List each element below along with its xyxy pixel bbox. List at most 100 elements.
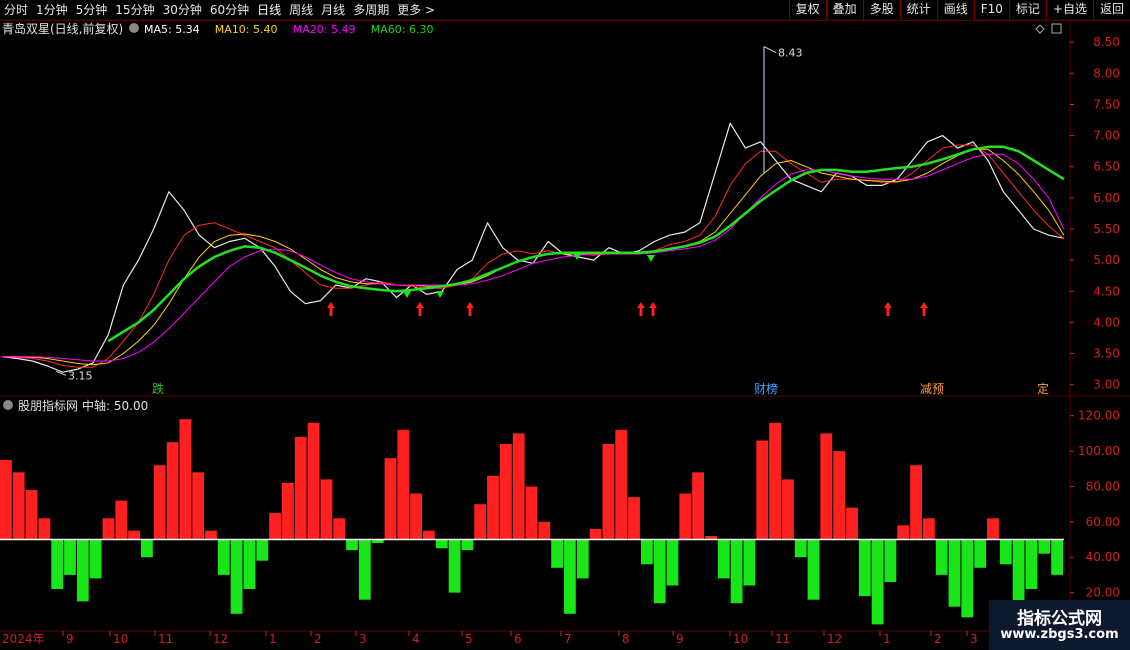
month-label: 1	[269, 632, 277, 646]
indicator-bar	[525, 486, 538, 540]
indicator-bar	[0, 459, 12, 540]
indicator-bar	[282, 482, 294, 540]
indicator-bar	[423, 530, 435, 540]
indicator-bar	[846, 507, 858, 540]
indicator-bar	[717, 539, 730, 579]
indicator-bar	[64, 539, 76, 575]
indicator-bar	[410, 493, 422, 540]
indicator-bar	[320, 479, 333, 540]
indicator-bar	[730, 539, 743, 604]
ma-label: MA20: 5.49	[293, 23, 356, 36]
indicator-bar	[230, 539, 243, 614]
event-tag: 财榜	[754, 381, 778, 396]
indicator-bar	[999, 539, 1012, 565]
indicator-toggle-icon	[3, 400, 13, 410]
indicator-bar	[397, 429, 410, 540]
diamond-icon	[1035, 24, 1045, 34]
ma-label: MA5: 5.34	[144, 23, 200, 36]
price-tick-label: 3.00	[1093, 378, 1120, 392]
indicator-bar	[12, 472, 25, 540]
indicator-bar	[602, 444, 615, 540]
buy-arrow-icon	[649, 302, 657, 316]
buy-arrow-icon	[466, 302, 474, 316]
indicator-bar	[628, 497, 640, 540]
indicator-bar	[910, 465, 922, 540]
buy-arrow-icon	[884, 302, 892, 316]
indicator-bar	[115, 500, 128, 540]
indicator-tick-label: 100.00	[1078, 444, 1120, 458]
month-label: 7	[564, 632, 572, 646]
sell-marker-icon	[403, 291, 411, 298]
indicator-bar	[807, 539, 820, 600]
month-label: 2	[314, 632, 322, 646]
price-series	[1, 122, 1065, 373]
indicator-tick-label: 60.00	[1086, 515, 1120, 529]
indicator-midline-label: 中轴: 50.00	[82, 398, 148, 413]
indicator-bar	[269, 513, 281, 540]
month-label: 12	[213, 632, 228, 646]
indicator-bar	[1012, 539, 1025, 604]
indicator-bar	[128, 530, 140, 540]
price-tick-label: 8.00	[1093, 66, 1120, 80]
watermark-url: www.zbgs3.com	[1000, 627, 1119, 642]
indicator-bar	[756, 440, 769, 540]
price-tick-label: 5.50	[1093, 222, 1120, 236]
panel-maximize-icon	[1051, 23, 1062, 34]
indicator-bar	[474, 504, 487, 540]
ma-label: MA60: 6.30	[371, 23, 434, 36]
indicator-bar	[666, 539, 679, 586]
indicator-bar	[897, 525, 910, 540]
month-label: 6	[514, 632, 522, 646]
buy-arrow-icon	[920, 302, 928, 316]
ma-label: MA10: 5.40	[215, 23, 278, 36]
month-label: 3	[359, 632, 367, 646]
indicator-bar	[858, 539, 871, 597]
month-label: 4	[412, 632, 420, 646]
price-tick-label: 3.50	[1093, 347, 1120, 361]
indicator-bar	[500, 444, 512, 540]
indicator-bar	[25, 490, 38, 540]
indicator-bar	[679, 493, 692, 540]
indicator-bar	[487, 475, 499, 540]
stock-title: 青岛双星(日线,前复权)	[2, 21, 123, 36]
indicator-bar	[615, 429, 628, 540]
indicator-bar	[653, 539, 666, 604]
indicator-bar	[217, 539, 230, 575]
date-axis: 2024年 9 10 11 12 1 2 3 4 5 6 7 8 9 10 11 12 1 2 3	[2, 631, 978, 646]
indicator-bar	[89, 539, 102, 579]
indicator-bar	[1038, 539, 1051, 554]
indicator-bar	[307, 422, 320, 540]
buy-arrow-icon	[327, 302, 335, 316]
indicator-bar	[948, 539, 961, 607]
indicator-bar	[346, 539, 358, 551]
buy-arrow-icon	[416, 302, 424, 316]
month-label: 11	[775, 632, 790, 646]
indicator-bar	[166, 442, 179, 540]
stock-chart: 3.00 3.50 4.00 4.50 5.00 5.50 6.00 6.50 7.00 7.50…	[0, 21, 1130, 646]
indicator-bar	[538, 521, 551, 540]
indicator-bar	[987, 518, 999, 540]
indicator-bar	[961, 539, 974, 618]
indicator-bar	[153, 465, 166, 540]
indicator-bar	[384, 458, 397, 540]
low-label: 3.15	[68, 369, 93, 382]
indicator-bar	[435, 539, 448, 549]
indicator-bar	[923, 518, 935, 540]
month-label: 9	[66, 632, 74, 646]
event-tag: 跌	[152, 381, 164, 396]
indicator-bar	[358, 539, 371, 600]
settings-toggle-icon	[129, 23, 139, 33]
month-label: 3	[970, 632, 978, 646]
indicator-bar	[192, 472, 205, 540]
indicator-bar	[256, 539, 269, 561]
indicator-bar	[333, 518, 346, 540]
indicator-bar	[641, 539, 653, 565]
month-label: 1	[883, 632, 891, 646]
indicator-bar	[692, 472, 704, 540]
high-pointer	[763, 46, 777, 54]
indicator-bar	[102, 518, 115, 540]
indicator-bar	[76, 539, 89, 602]
indicator-bar	[1025, 539, 1038, 589]
month-label: 8	[622, 632, 630, 646]
indicator-bar	[551, 539, 563, 568]
